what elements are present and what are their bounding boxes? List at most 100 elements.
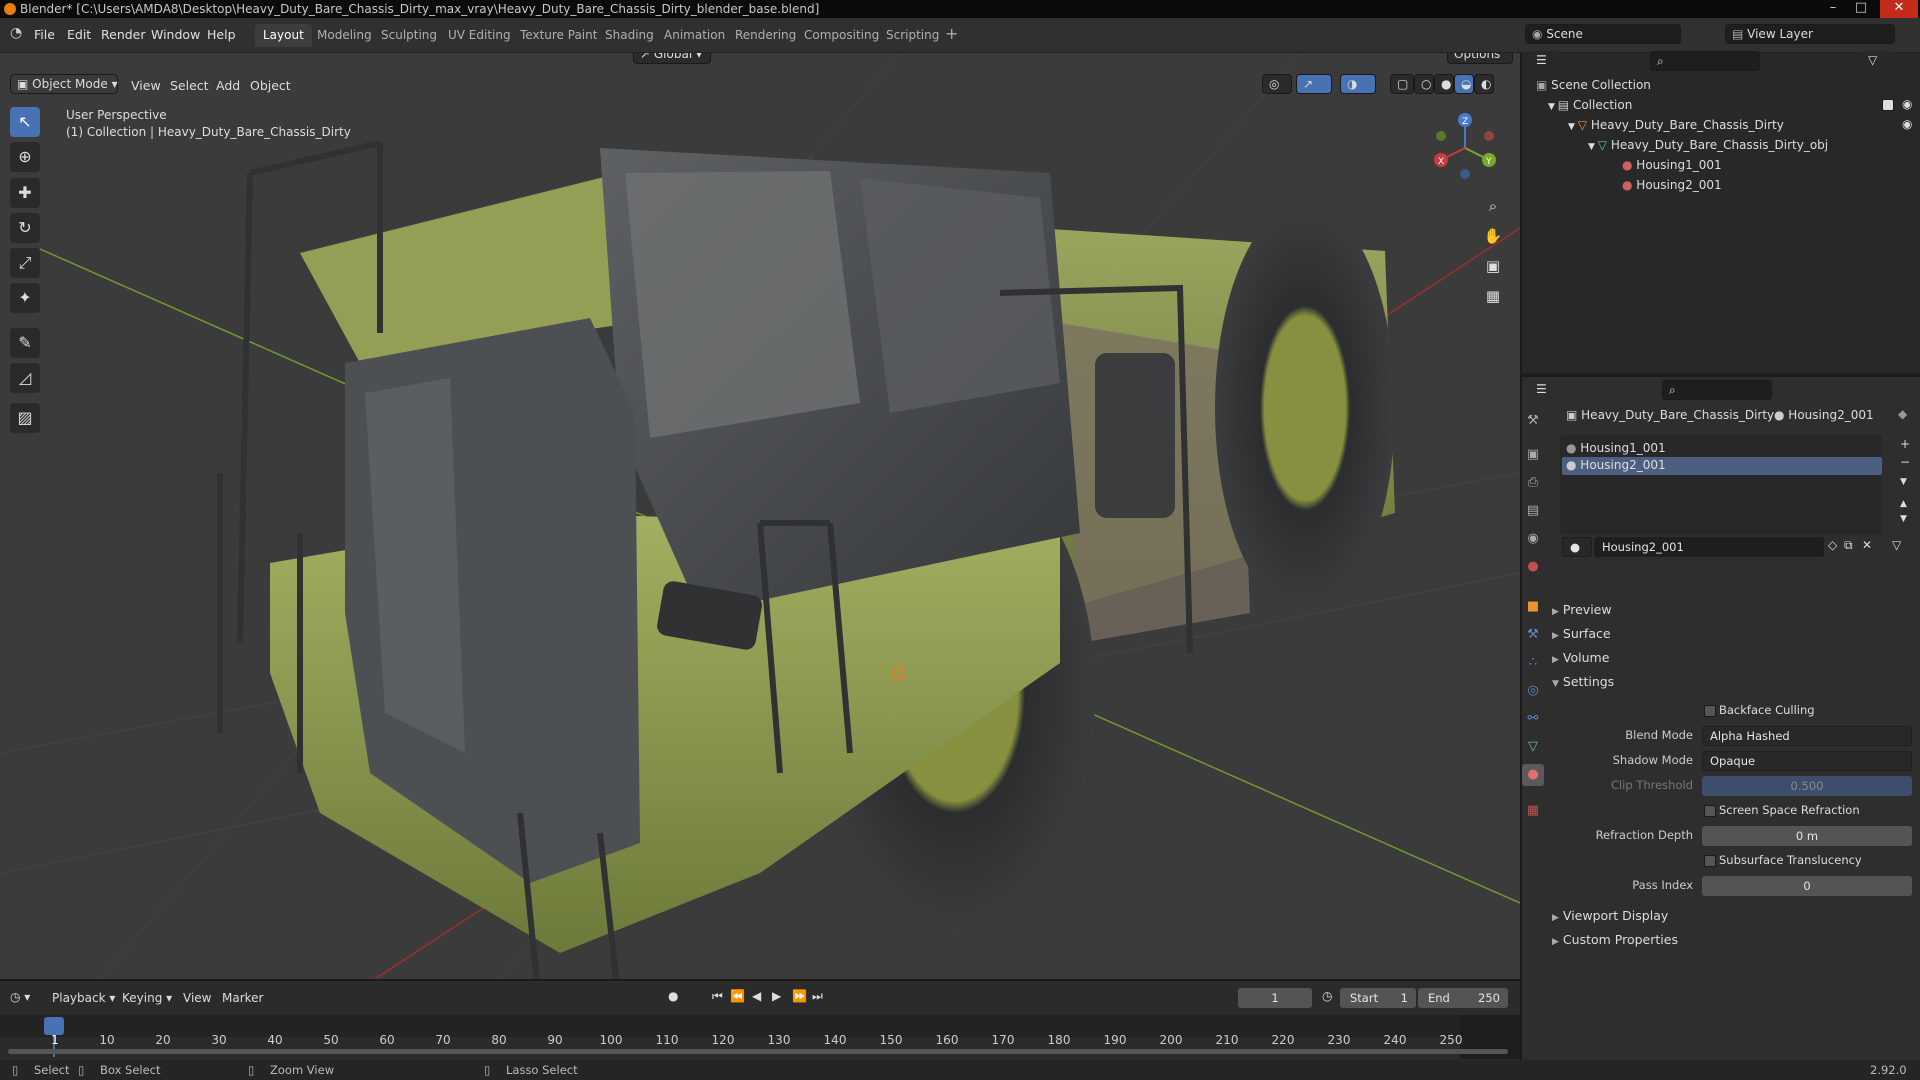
navigation-gizmo[interactable]: Z Y X — [1425, 108, 1505, 188]
xray-icon[interactable]: ▢ — [1390, 74, 1414, 94]
browse-material-icon[interactable]: ● — [1562, 537, 1592, 557]
pan-hand-icon[interactable]: ✋ — [1480, 223, 1506, 249]
record-keyframe-icon[interactable]: ● — [668, 989, 678, 1003]
tab-shading[interactable]: Shading — [597, 24, 662, 47]
timeline-menu-view[interactable]: View — [183, 991, 211, 1005]
object-tab-icon[interactable]: ■ — [1522, 596, 1544, 618]
play-reverse-icon[interactable]: ◀ — [752, 989, 761, 1003]
blend-mode-dropdown[interactable]: Alpha Hashed — [1702, 726, 1912, 746]
particles-tab-icon[interactable]: ∴ — [1522, 652, 1544, 674]
physics-tab-icon[interactable]: ◎ — [1522, 680, 1544, 702]
outliner-search-icon[interactable]: ⌕ — [1650, 51, 1760, 71]
tab-sculpting[interactable]: Sculpting — [373, 24, 445, 47]
tab-scripting[interactable]: Scripting — [878, 24, 947, 47]
outliner-material-2[interactable]: ● Housing2_001 — [1622, 178, 1722, 192]
tab-texture-paint[interactable]: Texture Paint — [512, 24, 605, 47]
add-cube-tool-icon[interactable]: ▨ — [10, 403, 40, 433]
blender-menu-icon[interactable]: ◔ — [10, 25, 22, 41]
jump-start-icon[interactable]: ⏮ — [712, 989, 723, 1004]
jump-end-icon[interactable]: ⏭ — [812, 989, 823, 1004]
cursor-tool-icon[interactable]: ⊕ — [10, 142, 40, 172]
menu-edit[interactable]: Edit — [67, 27, 91, 42]
transform-tool-icon[interactable]: ✦ — [10, 283, 40, 313]
overlay-toggle-icon[interactable]: ◑ — [1340, 74, 1376, 94]
ssr-checkbox[interactable] — [1704, 805, 1716, 817]
scale-tool-icon[interactable]: ⤢ — [10, 248, 40, 278]
solid-shading-icon[interactable]: ● — [1434, 74, 1454, 94]
preview-range-icon[interactable]: ◷ — [1322, 989, 1332, 1003]
tab-uv-editing[interactable]: UV Editing — [440, 24, 519, 47]
options-button[interactable]: Options — [1447, 53, 1513, 64]
tab-layout[interactable]: Layout — [255, 24, 312, 47]
pin-icon[interactable]: ◆ — [1898, 407, 1907, 421]
outliner-collection[interactable]: ▼ ▤ Collection — [1548, 98, 1632, 112]
world-tab-icon[interactable]: ● — [1522, 556, 1544, 578]
maximize-icon[interactable]: □ — [1848, 0, 1874, 18]
menu-file[interactable]: File — [34, 27, 55, 42]
section-preview[interactable]: ▶ Preview — [1552, 602, 1612, 617]
outliner-editor-type-icon[interactable]: ☰ — [1530, 51, 1560, 71]
material-slot-2[interactable]: ● Housing2_001 — [1566, 458, 1666, 472]
wireframe-shading-icon[interactable]: ○ — [1414, 74, 1434, 94]
scene-tab-icon[interactable]: ◉ — [1522, 528, 1544, 550]
output-tab-icon[interactable]: ⎙ — [1522, 472, 1544, 494]
end-frame-field[interactable]: End 250 — [1418, 988, 1508, 1008]
remove-slot-icon[interactable]: − — [1900, 455, 1910, 469]
shadow-mode-dropdown[interactable]: Opaque — [1702, 751, 1912, 771]
tab-rendering[interactable]: Rendering — [727, 24, 804, 47]
add-slot-icon[interactable]: + — [1900, 437, 1910, 451]
material-shading-icon[interactable]: ◒ — [1454, 74, 1474, 94]
duplicate-material-icon[interactable]: ⧉ — [1844, 538, 1853, 553]
outliner-scene-collection[interactable]: ▣ Scene Collection — [1536, 78, 1651, 92]
zoom-icon[interactable]: ⌕ — [1480, 193, 1506, 219]
gizmo-toggle-icon[interactable]: ↗ — [1296, 74, 1332, 94]
move-tool-icon[interactable]: ✚ — [10, 178, 40, 208]
texture-tab-icon[interactable]: ▦ — [1522, 800, 1544, 822]
constraints-tab-icon[interactable]: ⚯ — [1522, 708, 1544, 730]
unlink-material-icon[interactable]: ✕ — [1862, 538, 1872, 552]
material-tab-icon[interactable]: ● — [1522, 764, 1544, 786]
visibility-icon[interactable]: ◎ — [1262, 74, 1292, 94]
vp-menu-object[interactable]: Object — [250, 78, 291, 93]
material-slot-1[interactable]: ● Housing1_001 — [1566, 441, 1876, 455]
vp-menu-add[interactable]: Add — [216, 78, 240, 93]
timeline-editor-type-icon[interactable]: ◷ ▾ — [10, 990, 30, 1004]
subsurface-checkbox[interactable] — [1704, 855, 1716, 867]
fake-user-icon[interactable]: ◇ — [1828, 538, 1837, 552]
material-name-field[interactable]: Housing2_001 — [1594, 537, 1824, 557]
material-filter-icon[interactable]: ▽ — [1892, 538, 1901, 552]
select-box-tool-icon[interactable]: ↖ — [10, 107, 40, 137]
timeline-menu-marker[interactable]: Marker — [222, 991, 263, 1005]
annotate-tool-icon[interactable]: ✎ — [10, 328, 40, 358]
menu-window[interactable]: Window — [151, 27, 200, 42]
render-tab-icon[interactable]: ▣ — [1522, 444, 1544, 466]
view-layer-tab-icon[interactable]: ▤ — [1522, 500, 1544, 522]
current-frame-field[interactable]: 1 — [1238, 988, 1312, 1008]
collection-visibility-icon[interactable]: ◉ — [1902, 97, 1912, 111]
close-icon[interactable]: ✕ — [1880, 0, 1918, 18]
outliner-object[interactable]: ▼ ▽ Heavy_Duty_Bare_Chassis_Dirty — [1568, 118, 1784, 132]
collection-exclude-checkbox[interactable] — [1882, 99, 1894, 111]
tab-compositing[interactable]: Compositing — [796, 24, 887, 47]
add-workspace-icon[interactable]: + — [945, 24, 958, 43]
start-frame-field[interactable]: Start 1 — [1340, 988, 1416, 1008]
menu-render[interactable]: Render — [101, 27, 146, 42]
scene-selector[interactable]: ◉ Scene — [1525, 24, 1681, 44]
timeline-menu-keying[interactable]: Keying ▾ — [122, 991, 172, 1005]
timeline-menu-playback[interactable]: Playback ▾ — [52, 991, 115, 1005]
move-slot-up-icon[interactable]: ▲ — [1900, 499, 1907, 509]
measure-tool-icon[interactable]: ◿ — [10, 363, 40, 393]
play-icon[interactable]: ▶ — [772, 989, 781, 1003]
timeline-scrollbar[interactable] — [8, 1049, 1508, 1054]
section-settings[interactable]: ▼ Settings — [1552, 674, 1614, 689]
section-viewport-display[interactable]: ▶ Viewport Display — [1552, 908, 1668, 923]
transform-orientation-dropdown[interactable]: ↗ Global ▾ — [633, 53, 711, 64]
tab-animation[interactable]: Animation — [656, 24, 733, 47]
section-custom-properties[interactable]: ▶ Custom Properties — [1552, 932, 1678, 947]
rendered-shading-icon[interactable]: ◐ — [1474, 74, 1494, 94]
slot-specials-icon[interactable]: ▼ — [1900, 477, 1907, 487]
prev-keyframe-icon[interactable]: ⏪ — [730, 989, 745, 1003]
properties-editor-type-icon[interactable]: ☰ — [1530, 380, 1560, 400]
vp-menu-view[interactable]: View — [131, 78, 161, 93]
object-mode-dropdown[interactable]: ▣ Object Mode ▾ — [10, 74, 118, 94]
